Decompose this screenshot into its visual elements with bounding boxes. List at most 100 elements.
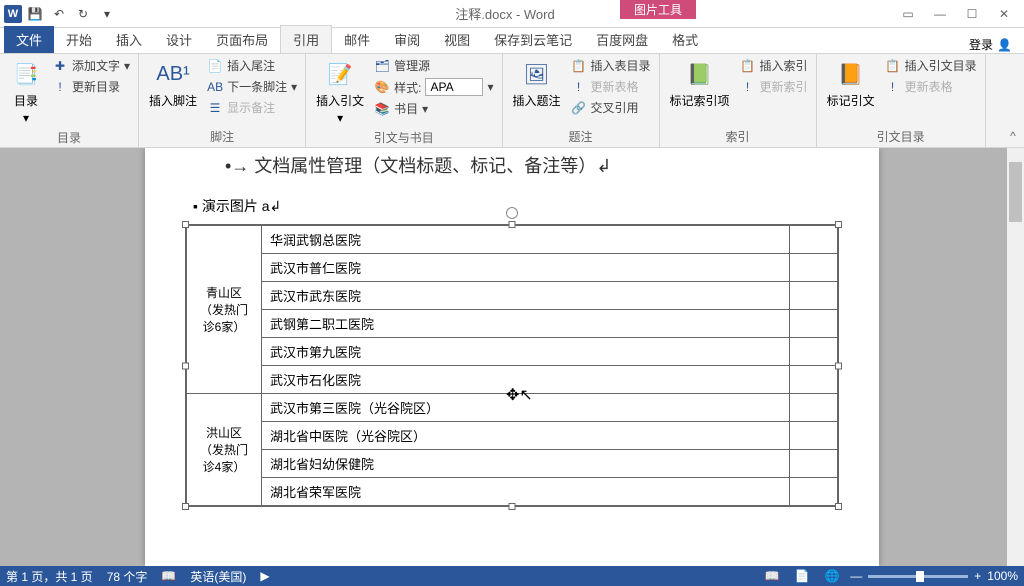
show-notes-button[interactable]: ☰显示备注	[205, 98, 299, 117]
group-label-citations: 引文与书目	[312, 127, 495, 148]
view-readmode-icon[interactable]: 📖	[760, 568, 784, 584]
group-footnote: AB¹ 插入脚注 📄插入尾注 AB下一条脚注▾ ☰显示备注 脚注	[139, 54, 306, 147]
next-footnote-button[interactable]: AB下一条脚注▾	[205, 77, 299, 96]
word-icon: W	[4, 5, 22, 23]
view-print-icon[interactable]: 📄	[790, 568, 814, 584]
scroll-thumb[interactable]	[1009, 162, 1022, 222]
insert-footnote-button[interactable]: AB¹ 插入脚注	[145, 56, 201, 111]
zoom-in-icon[interactable]: +	[974, 569, 981, 583]
insert-caption-button[interactable]: 🖼 插入题注	[509, 56, 565, 111]
toc-icon: 📑	[10, 58, 42, 90]
view-web-icon[interactable]: 🌐	[820, 568, 844, 584]
group-label-index: 索引	[666, 126, 810, 147]
style-dropdown[interactable]	[425, 78, 483, 96]
mark-citation-button[interactable]: 📙 标记引文	[823, 56, 879, 111]
tab-file[interactable]: 文件	[4, 26, 54, 53]
tab-cloud[interactable]: 保存到云笔记	[482, 26, 584, 53]
status-words[interactable]: 78 个字	[107, 568, 148, 585]
tab-insert[interactable]: 插入	[104, 26, 154, 53]
tab-home[interactable]: 开始	[54, 26, 104, 53]
resize-handle-e[interactable]	[835, 362, 842, 369]
minimize-icon[interactable]: ―	[926, 3, 954, 25]
title-bar: W 💾 ↶ ↻ ▾ 注释.docx - Word 图片工具 ▭ ― ☐ ✕	[0, 0, 1024, 28]
update-icon: !	[740, 79, 756, 95]
toc-button[interactable]: 📑 目录▾	[6, 56, 46, 127]
status-macro-icon[interactable]: ▶	[260, 569, 269, 583]
ribbon-tabs: 文件 开始 插入 设计 页面布局 引用 邮件 审阅 视图 保存到云笔记 百度网盘…	[0, 28, 1024, 54]
citation-style-select[interactable]: 🎨样式: ▾	[372, 77, 495, 97]
update-toc-button[interactable]: !更新目录	[50, 77, 132, 96]
document-area[interactable]: •→ 文档属性管理（文档标题、标记、备注等）↲ ▪ 演示图片 a↲ 青山区（发热…	[0, 148, 1024, 566]
resize-handle-w[interactable]	[182, 362, 189, 369]
cross-reference-button[interactable]: 🔗交叉引用	[569, 98, 653, 117]
insert-auth-icon: 📋	[885, 58, 901, 74]
bibliography-button[interactable]: 📚书目▾	[372, 99, 495, 118]
table-cell	[789, 450, 837, 478]
tab-format[interactable]: 格式	[660, 26, 710, 53]
status-language[interactable]: 英语(美国)	[190, 568, 246, 585]
insert-authorities-button[interactable]: 📋插入引文目录	[883, 56, 979, 75]
status-proofing-icon[interactable]: 📖	[161, 569, 176, 583]
resize-handle-s[interactable]	[509, 503, 516, 510]
resize-handle-nw[interactable]	[182, 221, 189, 228]
insert-citation-button[interactable]: 📝 插入引文▾	[312, 56, 368, 127]
update-table-button[interactable]: !更新表格	[569, 77, 653, 96]
redo-icon[interactable]: ↻	[72, 3, 94, 25]
undo-icon[interactable]: ↶	[48, 3, 70, 25]
picture-tools-tab[interactable]: 图片工具	[620, 0, 696, 19]
citation-icon: 📝	[324, 58, 356, 90]
tab-references[interactable]: 引用	[280, 25, 332, 53]
status-page[interactable]: 第 1 页，共 1 页	[6, 568, 93, 585]
vertical-scrollbar[interactable]	[1007, 148, 1024, 566]
resize-handle-sw[interactable]	[182, 503, 189, 510]
status-bar: 第 1 页，共 1 页 78 个字 📖 英语(美国) ▶ 📖 📄 🌐 ― + 1…	[0, 566, 1024, 586]
tab-view[interactable]: 视图	[432, 26, 482, 53]
tab-baidu[interactable]: 百度网盘	[584, 26, 660, 53]
qat-customize-icon[interactable]: ▾	[96, 3, 118, 25]
table-cell: 华润武钢总医院	[262, 226, 790, 254]
table-cell	[789, 310, 837, 338]
tab-mail[interactable]: 邮件	[332, 26, 382, 53]
table-cell: 武汉市石化医院	[262, 366, 790, 394]
zoom-slider-thumb[interactable]	[916, 571, 924, 582]
insert-figures-button[interactable]: 📋插入表目录	[569, 56, 653, 75]
tab-design[interactable]: 设计	[154, 26, 204, 53]
rotation-handle[interactable]	[506, 207, 518, 219]
zoom-level[interactable]: 100%	[987, 569, 1018, 583]
update-icon: !	[885, 79, 901, 95]
zoom-slider[interactable]	[868, 575, 968, 578]
cross-icon: 🔗	[571, 100, 587, 116]
figs-icon: 📋	[571, 58, 587, 74]
save-icon[interactable]: 💾	[24, 3, 46, 25]
table-cell	[789, 422, 837, 450]
restore-icon[interactable]: ☐	[958, 3, 986, 25]
group-caption: 🖼 插入题注 📋插入表目录 !更新表格 🔗交叉引用 题注	[503, 54, 660, 147]
resize-handle-ne[interactable]	[835, 221, 842, 228]
table-cell	[789, 366, 837, 394]
mark-index-button[interactable]: 📗 标记索引项	[666, 56, 734, 111]
table-cell	[789, 338, 837, 366]
group-label-footnote: 脚注	[145, 126, 299, 147]
update-index-button[interactable]: !更新索引	[738, 77, 810, 96]
insert-endnote-button[interactable]: 📄插入尾注	[205, 56, 299, 75]
collapse-ribbon-icon[interactable]: ^	[1004, 127, 1022, 145]
zoom-out-icon[interactable]: ―	[850, 569, 862, 583]
next-footnote-icon: AB	[207, 79, 223, 95]
window-title: 注释.docx - Word	[122, 4, 888, 23]
manage-sources-button[interactable]: 🗂管理源	[372, 56, 495, 75]
table-cell: 武汉市普仁医院	[262, 254, 790, 282]
ribbon-options-icon[interactable]: ▭	[894, 3, 922, 25]
resize-handle-n[interactable]	[509, 221, 516, 228]
tab-layout[interactable]: 页面布局	[204, 26, 280, 53]
group-index: 📗 标记索引项 📋插入索引 !更新索引 索引	[660, 54, 817, 147]
add-text-button[interactable]: ✚添加文字▾	[50, 56, 132, 75]
login-link[interactable]: 登录👤	[969, 36, 1020, 53]
quick-access-toolbar: W 💾 ↶ ↻ ▾	[0, 3, 122, 25]
close-icon[interactable]: ✕	[990, 3, 1018, 25]
biblio-icon: 📚	[374, 101, 390, 117]
tab-review[interactable]: 审阅	[382, 26, 432, 53]
selected-image[interactable]: 青山区（发热门诊6家）华润武钢总医院 武汉市普仁医院 武汉市武东医院 武钢第二职…	[185, 224, 839, 507]
insert-index-button[interactable]: 📋插入索引	[738, 56, 810, 75]
update-authorities-button[interactable]: !更新表格	[883, 77, 979, 96]
resize-handle-se[interactable]	[835, 503, 842, 510]
